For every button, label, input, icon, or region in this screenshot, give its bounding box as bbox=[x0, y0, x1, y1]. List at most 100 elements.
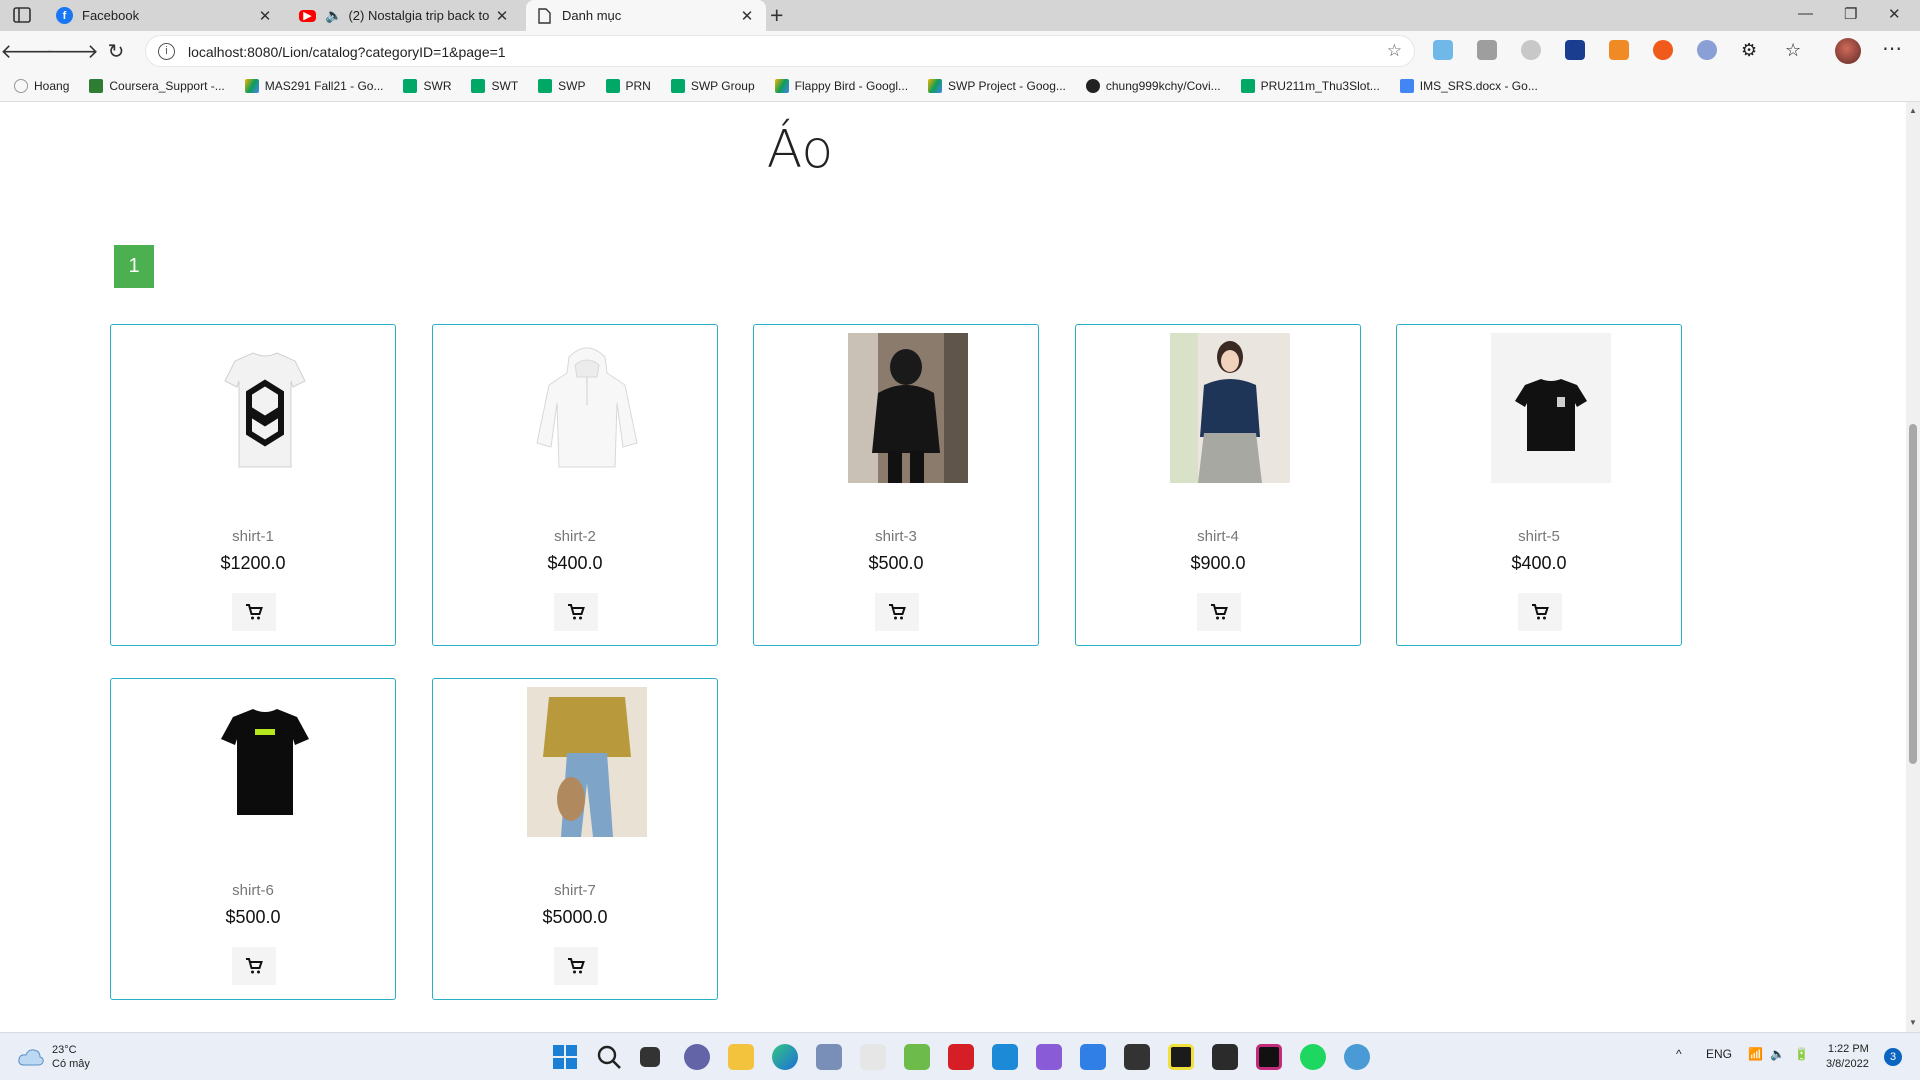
add-to-cart-button[interactable] bbox=[1518, 593, 1562, 631]
bookmark-item[interactable]: Hoang bbox=[14, 79, 69, 93]
favorites-icon[interactable]: ☆ bbox=[1785, 40, 1805, 60]
bookmark-item[interactable]: chung999kchy/Covi... bbox=[1085, 79, 1221, 93]
product-image[interactable] bbox=[205, 687, 325, 837]
virtualbox-icon[interactable] bbox=[816, 1044, 842, 1070]
product-name[interactable]: shirt-5 bbox=[1397, 528, 1681, 545]
battery-icon[interactable]: 🔋 bbox=[1794, 1047, 1809, 1061]
tab-actions-icon[interactable] bbox=[12, 6, 36, 26]
bookmark-item[interactable]: IMS_SRS.docx - Go... bbox=[1399, 79, 1538, 93]
edge-browser-icon[interactable] bbox=[772, 1044, 798, 1070]
minimize-button[interactable]: — bbox=[1798, 5, 1813, 22]
restore-button[interactable]: ❐ bbox=[1844, 5, 1857, 23]
product-image[interactable] bbox=[848, 333, 968, 483]
add-to-cart-button[interactable] bbox=[554, 947, 598, 985]
globe-app-icon[interactable] bbox=[1344, 1044, 1370, 1070]
scroll-down-arrow-icon[interactable]: ▼ bbox=[1909, 1018, 1917, 1027]
address-bar[interactable]: i localhost:8080/Lion/catalog?categoryID… bbox=[145, 35, 1415, 67]
close-tab-icon[interactable]: ✕ bbox=[256, 7, 274, 25]
bookmark-item[interactable]: SWR bbox=[403, 79, 451, 93]
forward-button[interactable]: 🡒 bbox=[45, 38, 99, 64]
profile-avatar[interactable] bbox=[1835, 38, 1861, 64]
wifi-icon[interactable]: 📶 bbox=[1748, 1047, 1763, 1061]
task-view-icon[interactable] bbox=[640, 1047, 660, 1067]
new-tab-button[interactable]: + bbox=[770, 2, 783, 29]
weather-widget[interactable]: 23°C Có mây bbox=[18, 1043, 90, 1071]
add-to-cart-button[interactable] bbox=[1197, 593, 1241, 631]
close-tab-icon[interactable]: ✕ bbox=[738, 7, 756, 25]
extension-icon[interactable] bbox=[1565, 40, 1585, 60]
bookmark-item[interactable]: SWT bbox=[471, 79, 518, 93]
extension-icon[interactable] bbox=[1433, 40, 1453, 60]
system-clock[interactable]: 1:22 PM 3/8/2022 bbox=[1826, 1042, 1869, 1072]
product-card[interactable]: shirt-4 $900.0 bbox=[1075, 324, 1361, 646]
notification-badge[interactable]: 3 bbox=[1884, 1048, 1902, 1066]
spotify-icon[interactable] bbox=[1300, 1044, 1326, 1070]
pagination-page-button[interactable]: 1 bbox=[114, 245, 154, 288]
search-icon[interactable] bbox=[596, 1044, 622, 1070]
teams-chat-icon[interactable] bbox=[684, 1044, 710, 1070]
unity-hub-icon[interactable] bbox=[1212, 1044, 1238, 1070]
tab-youtube[interactable]: ▶ 🔈 (2) Nostalgia trip back to ch ✕ bbox=[289, 0, 521, 31]
pycharm-icon[interactable] bbox=[1168, 1044, 1194, 1070]
start-windows-icon[interactable] bbox=[552, 1044, 578, 1070]
vscode-icon[interactable] bbox=[992, 1044, 1018, 1070]
metamask-icon[interactable] bbox=[1609, 40, 1629, 60]
product-card[interactable]: shirt-7 $5000.0 bbox=[432, 678, 718, 1000]
todo-icon[interactable] bbox=[1080, 1044, 1106, 1070]
favorite-star-icon[interactable]: ☆ bbox=[1387, 41, 1402, 61]
bookmark-item[interactable]: SWP Group bbox=[670, 79, 755, 93]
add-to-cart-button[interactable] bbox=[232, 947, 276, 985]
add-to-cart-button[interactable] bbox=[232, 593, 276, 631]
extension-icon[interactable] bbox=[1521, 40, 1541, 60]
visual-studio-icon[interactable] bbox=[1036, 1044, 1062, 1070]
tab-facebook[interactable]: f Facebook ✕ bbox=[46, 0, 284, 31]
site-info-icon[interactable]: i bbox=[158, 43, 175, 60]
rider-icon[interactable] bbox=[1256, 1044, 1282, 1070]
bookmark-item[interactable]: PRU211m_Thu3Slot... bbox=[1240, 79, 1380, 93]
scrollbar-thumb[interactable] bbox=[1909, 424, 1917, 764]
product-name[interactable]: shirt-7 bbox=[433, 882, 717, 899]
more-menu-icon[interactable]: ⋯ bbox=[1882, 36, 1902, 61]
product-image[interactable] bbox=[1491, 333, 1611, 483]
extension-icon[interactable] bbox=[1477, 40, 1497, 60]
extension-icon[interactable] bbox=[1653, 40, 1673, 60]
app-icon[interactable] bbox=[948, 1044, 974, 1070]
product-name[interactable]: shirt-2 bbox=[433, 528, 717, 545]
page-scrollbar[interactable]: ▲ ▼ bbox=[1906, 102, 1920, 1032]
close-window-button[interactable]: ✕ bbox=[1888, 5, 1901, 23]
input-language[interactable]: ENG bbox=[1706, 1047, 1732, 1061]
product-image[interactable] bbox=[527, 687, 647, 837]
file-explorer-icon[interactable] bbox=[728, 1044, 754, 1070]
product-card[interactable]: shirt-6 $500.0 bbox=[110, 678, 396, 1000]
bookmark-item[interactable]: SWP bbox=[538, 79, 586, 93]
scroll-up-arrow-icon[interactable]: ▲ bbox=[1909, 106, 1917, 115]
app-icon[interactable] bbox=[1124, 1044, 1150, 1070]
unity-icon[interactable] bbox=[860, 1044, 886, 1070]
bookmark-item[interactable]: Coursera_Support -... bbox=[89, 79, 225, 93]
extensions-puzzle-icon[interactable]: ⚙ bbox=[1741, 40, 1761, 60]
bookmark-item[interactable]: Flappy Bird - Googl... bbox=[774, 79, 908, 93]
tab-danh-muc[interactable]: Danh mục ✕ bbox=[526, 0, 766, 31]
bookmark-item[interactable]: SWP Project - Goog... bbox=[928, 79, 1066, 93]
product-card[interactable]: shirt-2 $400.0 bbox=[432, 324, 718, 646]
bookmark-item[interactable]: MAS291 Fall21 - Go... bbox=[244, 79, 383, 93]
grammarly-icon[interactable] bbox=[1697, 40, 1717, 60]
product-image[interactable] bbox=[527, 333, 647, 483]
back-button[interactable]: 🡐 bbox=[0, 38, 54, 64]
product-name[interactable]: shirt-6 bbox=[111, 882, 395, 899]
speaker-icon[interactable]: 🔈 bbox=[325, 7, 342, 24]
product-name[interactable]: shirt-4 bbox=[1076, 528, 1360, 545]
product-image[interactable] bbox=[1170, 333, 1290, 483]
close-tab-icon[interactable]: ✕ bbox=[493, 7, 511, 25]
url-text[interactable]: localhost:8080/Lion/catalog?categoryID=1… bbox=[188, 44, 506, 60]
app-icon[interactable] bbox=[904, 1044, 930, 1070]
product-name[interactable]: shirt-3 bbox=[754, 528, 1038, 545]
add-to-cart-button[interactable] bbox=[554, 593, 598, 631]
product-image[interactable] bbox=[205, 333, 325, 483]
refresh-button[interactable]: ↻ bbox=[103, 38, 129, 64]
volume-icon[interactable]: 🔈 bbox=[1770, 1047, 1785, 1061]
product-name[interactable]: shirt-1 bbox=[111, 528, 395, 545]
show-hidden-icons-chevron-icon[interactable]: ^ bbox=[1676, 1047, 1682, 1061]
add-to-cart-button[interactable] bbox=[875, 593, 919, 631]
product-card[interactable]: shirt-5 $400.0 bbox=[1396, 324, 1682, 646]
